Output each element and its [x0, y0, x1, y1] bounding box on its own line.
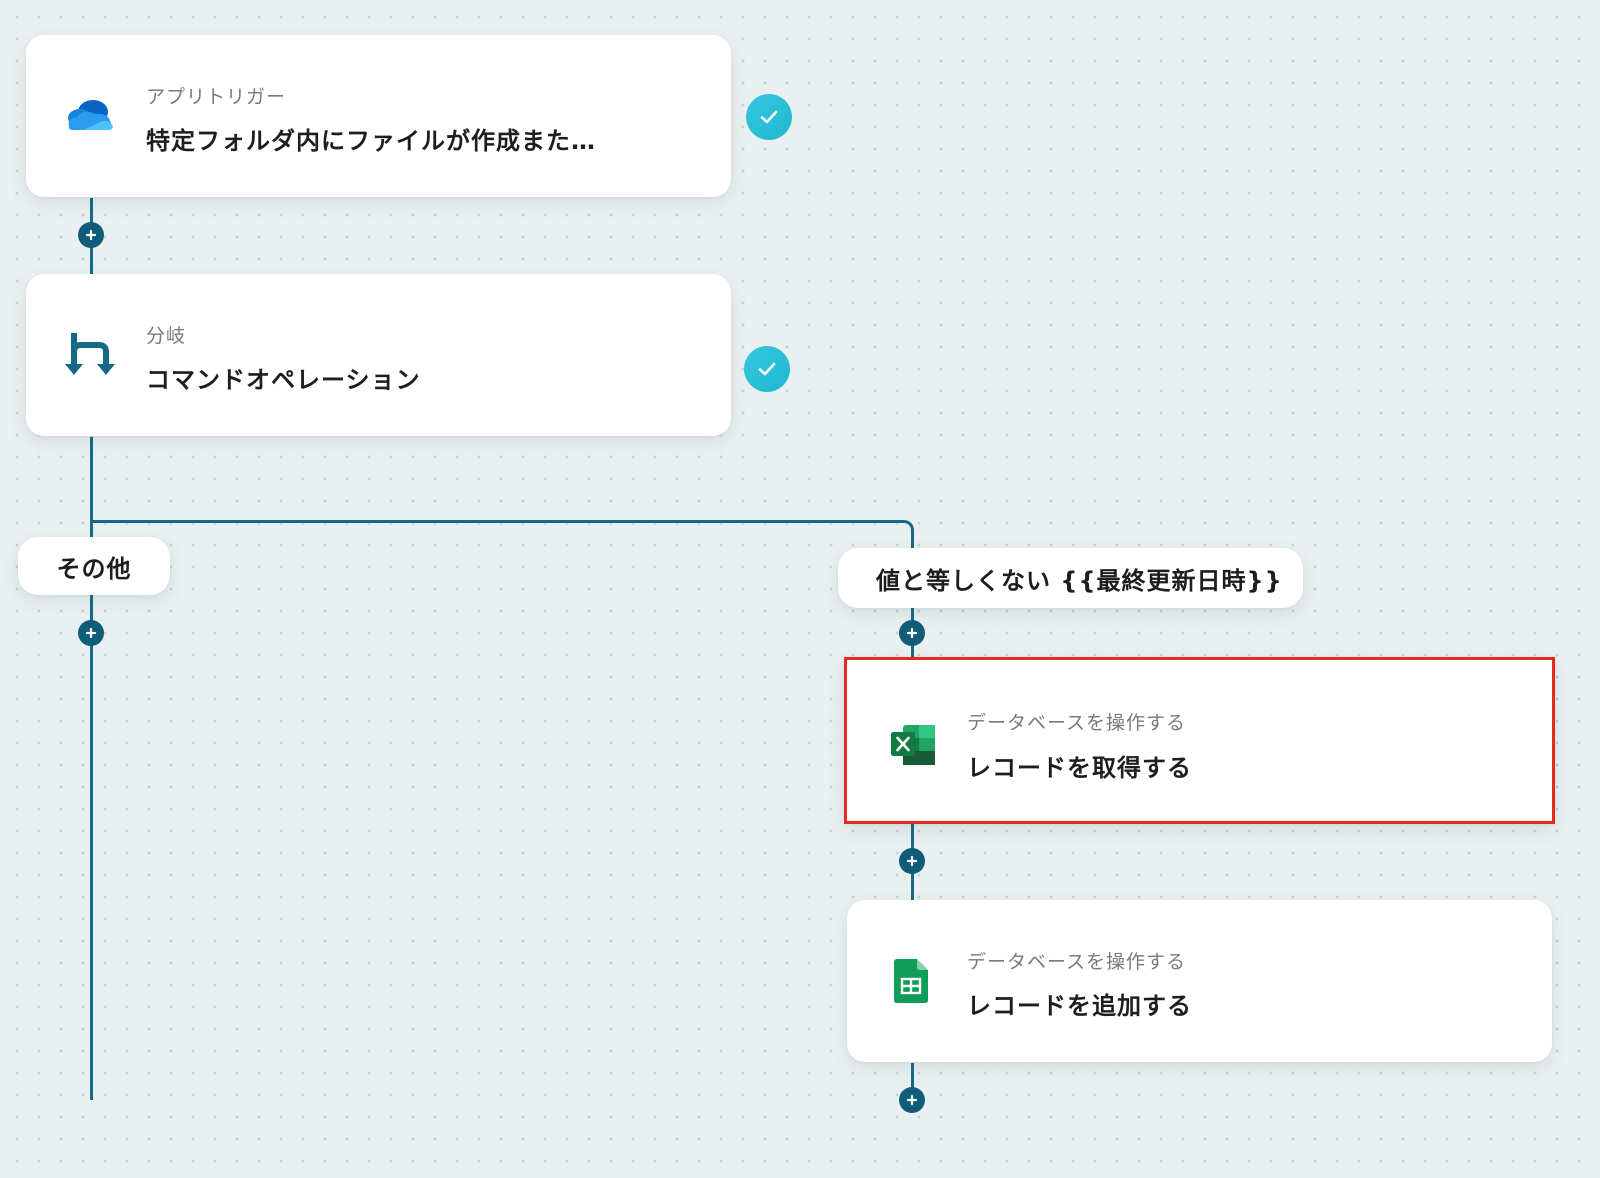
- completed-check-icon: [744, 346, 790, 392]
- onedrive-icon: [63, 89, 117, 143]
- step-title: 特定フォルダ内にファイルが作成また…: [146, 127, 596, 155]
- step-subtitle: データベースを操作する: [967, 951, 1187, 973]
- add-step-button[interactable]: [78, 222, 104, 248]
- connector-line: [90, 520, 902, 523]
- branch-label-other[interactable]: その他: [18, 537, 170, 595]
- branch-label-text: その他: [56, 554, 132, 583]
- step-title: コマンドオペレーション: [146, 366, 421, 394]
- branch-step-card[interactable]: 分岐 コマンドオペレーション: [26, 274, 731, 436]
- add-step-button[interactable]: [899, 848, 925, 874]
- branch-icon: [63, 328, 117, 382]
- sheets-step-card[interactable]: データベースを操作する レコードを追加する: [847, 900, 1552, 1062]
- branch-label-condition[interactable]: 値と等しくない {{最終更新日時}}: [838, 548, 1303, 608]
- flow-canvas: アプリトリガー 特定フォルダ内にファイルが作成また… 分岐 コマンドオペレーショ…: [0, 0, 1600, 1178]
- step-subtitle: 分岐: [146, 325, 187, 347]
- step-title: レコードを追加する: [967, 992, 1192, 1020]
- add-step-button[interactable]: [899, 1087, 925, 1113]
- excel-icon: [887, 718, 941, 772]
- step-subtitle: アプリトリガー: [146, 86, 287, 108]
- excel-step-card[interactable]: データベースを操作する レコードを取得する: [844, 657, 1555, 824]
- step-title: レコードを取得する: [967, 754, 1192, 782]
- branch-label-text: 値と等しくない {{最終更新日時}}: [876, 566, 1283, 595]
- connector-corner: [900, 520, 914, 550]
- add-step-button[interactable]: [899, 620, 925, 646]
- add-step-button[interactable]: [78, 620, 104, 646]
- google-sheets-icon: [884, 954, 938, 1008]
- step-subtitle: データベースを操作する: [967, 712, 1187, 734]
- trigger-step-card[interactable]: アプリトリガー 特定フォルダ内にファイルが作成また…: [26, 35, 731, 197]
- completed-check-icon: [746, 94, 792, 140]
